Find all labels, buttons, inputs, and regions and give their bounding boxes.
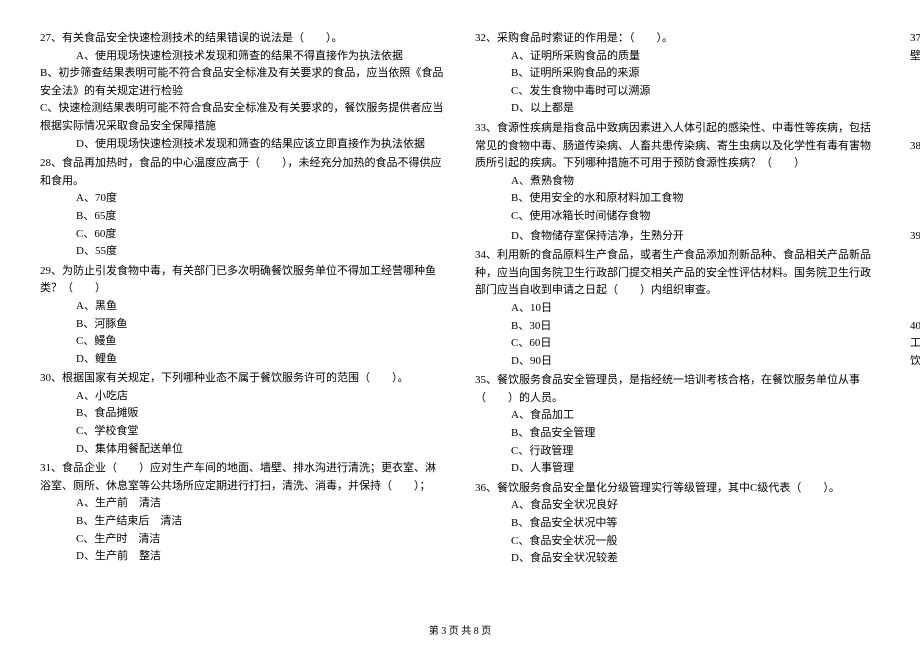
option-d: D、55度 (40, 243, 445, 261)
option-a: A、不能满足接待任务要求的，不能保证食品安全 (910, 370, 920, 388)
option-c: C、10 (910, 100, 920, 118)
option-c: C、60日 (475, 335, 880, 353)
option-a: A、食品加工 (475, 407, 880, 425)
option-b: B、生产结束后 清洁 (40, 513, 445, 531)
option-b: B、证明所采购食品的来源 (475, 65, 880, 83)
option-a: A、煮熟食物 (475, 173, 880, 191)
option-c: C、发生食物中毒时可以溯源 (475, 83, 880, 101)
option-b: B、食品安全管理 (475, 425, 880, 443)
option-c: C、专间墙裙铺设到顶 (910, 280, 920, 298)
option-d: D、鲤鱼 (40, 351, 445, 369)
option-a: A、立即将其解雇 (910, 155, 920, 173)
question-text: 37、库房内应设置数量足够的物品存放架，其结构位置应能使储藏的食品距离墙壁，地面… (910, 30, 920, 65)
option-c: C、60度 (40, 226, 445, 244)
option-b: B、30日 (475, 318, 880, 336)
option-c: C、学校食堂 (40, 423, 445, 441)
option-a: A、食品安全状况良好 (475, 497, 880, 515)
option-d: D、20 (910, 118, 920, 136)
option-d: D、90日 (475, 353, 880, 371)
question-40: 40、餐饮服务食品安全监管部门对重大活动餐饮服务提供者进行资格审核，开展加工制作… (910, 318, 920, 388)
option-c: C、隐瞒不报 (910, 190, 920, 208)
option-a: A、使用现场快速检测技术发现和筛查的结果不得直接作为执法依据 (40, 48, 445, 66)
question-text: 38、发现健康检查不合格者，餐饮服务提供者应当（ ）。 (910, 138, 920, 156)
option-a: A、10日 (475, 300, 880, 318)
question-28: 28、食品再加热时，食品的中心温度应高于（ ），未经充分加热的食品不得供应和食用… (40, 155, 445, 261)
option-c: C、生产时 清洁 (40, 531, 445, 549)
option-a: A、黑鱼 (40, 298, 445, 316)
question-31: 31、食品企业（ ）应对生产车间的地面、墙壁、排水沟进行清洗；更衣室、淋浴室、厕… (40, 460, 445, 566)
question-38: 38、发现健康检查不合格者，餐饮服务提供者应当（ ）。 A、立即将其解雇 B、将… (910, 138, 920, 226)
question-35: 35、餐饮服务食品安全管理员，是指经统一培训考核合格，在餐饮服务单位从事（ ）的… (475, 372, 880, 478)
question-33: 33、食源性疾病是指食品中致病因素进入人体引起的感染性、中毒性等疾病，包括常见的… (475, 120, 880, 226)
option-d: D、劝其治疗，岗位不变 (910, 208, 920, 226)
option-d: D、专间门采用易清洗、不吸水的坚固材质，能够自动关闭 (910, 298, 920, 316)
question-text: 36、餐饮服务食品安全量化分级管理实行等级管理，其中C级代表（ ）。 (475, 480, 880, 498)
option-d: D、食物储存室保持洁净，生熟分开 (475, 228, 880, 246)
option-a: A、生产前 清洁 (40, 495, 445, 513)
question-39: 39、不符合专间要求的是（ ）。 A、有明沟 B、食品传递窗为开闭式 C、专间墙… (910, 228, 920, 316)
question-37: 37、库房内应设置数量足够的物品存放架，其结构位置应能使储藏的食品距离墙壁，地面… (910, 30, 920, 136)
option-c: C、行政管理 (475, 443, 880, 461)
question-text: 32、采购食品时索证的作用是：（ ）。 (475, 30, 880, 48)
question-text: 30、根据国家有关规定，下列哪种业态不属于餐饮服务许可的范围（ ）。 (40, 370, 445, 388)
option-b: B、将其调整到其他不影响食品安全的工作岗位 (910, 173, 920, 191)
question-29: 29、为防止引发食物中毒，有关部门已多次明确餐饮服务单位不得加工经营哪种鱼类？（… (40, 263, 445, 369)
exam-content: 27、有关食品安全快速检测技术的结果错误的说法是（ ）。 A、使用现场快速检测技… (40, 30, 880, 610)
question-text: 40、餐饮服务食品安全监管部门对重大活动餐饮服务提供者进行资格审核，开展加工制作… (910, 318, 920, 371)
option-b: B、初步筛查结果表明可能不符合食品安全标准及有关要求的食品，应当依照《食品安全法… (40, 65, 445, 100)
option-a: A、有明沟 (910, 245, 920, 263)
option-a: A、小吃店 (40, 388, 445, 406)
option-a: A、5 (910, 65, 920, 83)
question-text: 27、有关食品安全快速检测技术的结果错误的说法是（ ）。 (40, 30, 445, 48)
question-text: 31、食品企业（ ）应对生产车间的地面、墙壁、排水沟进行清洗；更衣室、淋浴室、厕… (40, 460, 445, 495)
option-b: B、15 (910, 83, 920, 101)
option-c: C、食品安全状况一般 (475, 533, 880, 551)
option-d: D、使用现场快速检测技术发现和筛查的结果应该立即直接作为执法依据 (40, 136, 445, 154)
option-d: D、食品安全状况较差 (475, 550, 880, 568)
option-b: B、河豚鱼 (40, 316, 445, 334)
option-c: C、快速检测结果表明可能不符合食品安全标准及有关要求的，餐饮服务提供者应当根据实… (40, 100, 445, 135)
question-text: 39、不符合专间要求的是（ ）。 (910, 228, 920, 246)
option-a: A、证明所采购食品的质量 (475, 48, 880, 66)
option-d: D、人事管理 (475, 460, 880, 478)
option-b: B、65度 (40, 208, 445, 226)
option-c: C、鳗鱼 (40, 333, 445, 351)
question-36: 36、餐饮服务食品安全量化分级管理实行等级管理，其中C级代表（ ）。 A、食品安… (475, 480, 880, 568)
option-d: D、集体用餐配送单位 (40, 441, 445, 459)
option-b: B、食品摊贩 (40, 405, 445, 423)
question-30: 30、根据国家有关规定，下列哪种业态不属于餐饮服务许可的范围（ ）。 A、小吃店… (40, 370, 445, 458)
question-32: 32、采购食品时索证的作用是：（ ）。 A、证明所采购食品的质量 B、证明所采购… (475, 30, 880, 118)
question-27: 27、有关食品安全快速检测技术的结果错误的说法是（ ）。 A、使用现场快速检测技… (40, 30, 445, 153)
option-b: B、食品传递窗为开闭式 (910, 263, 920, 281)
question-text: 35、餐饮服务食品安全管理员，是指经统一培训考核合格，在餐饮服务单位从事（ ）的… (475, 372, 880, 407)
option-b: B、食品安全状况中等 (475, 515, 880, 533)
question-text: 34、利用新的食品原料生产食品，或者生产食品添加剂新品种、食品相关产品新品种，应… (475, 247, 880, 300)
option-c: C、使用冰箱长时间储存食物 (475, 208, 880, 226)
question-text: 28、食品再加热时，食品的中心温度应高于（ ），未经充分加热的食品不得供应和食用… (40, 155, 445, 190)
option-d: D、生产前 整洁 (40, 548, 445, 566)
option-d: D、以上都是 (475, 100, 880, 118)
question-text: 33、食源性疾病是指食品中致病因素进入人体引起的感染性、中毒性等疾病，包括常见的… (475, 120, 880, 173)
option-a: A、70度 (40, 190, 445, 208)
page-footer: 第 3 页 共 8 页 (0, 624, 920, 640)
question-text: 29、为防止引发食物中毒，有关部门已多次明确餐饮服务单位不得加工经营哪种鱼类？（… (40, 263, 445, 298)
option-b: B、使用安全的水和原材料加工食物 (475, 190, 880, 208)
question-33-cont: D、食物储存室保持洁净，生熟分开 (475, 228, 880, 246)
question-34: 34、利用新的食品原料生产食品，或者生产食品添加剂新品种、食品相关产品新品种，应… (475, 247, 880, 370)
